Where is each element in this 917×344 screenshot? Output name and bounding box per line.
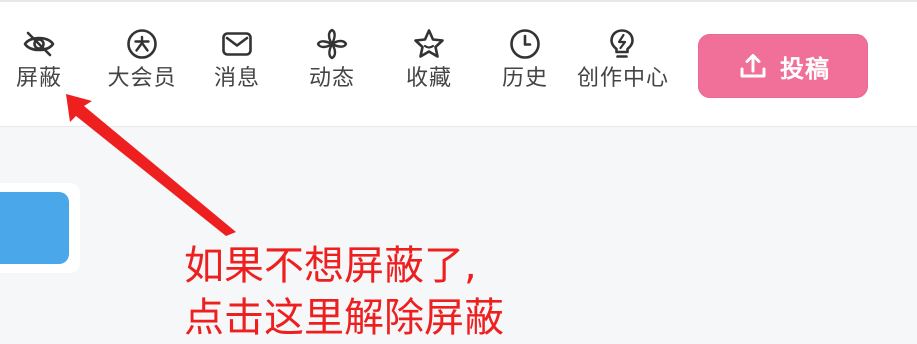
nav-item-dynamic[interactable]: 动态 bbox=[287, 26, 377, 92]
star-icon bbox=[414, 29, 444, 58]
nav-label-dynamic: 动态 bbox=[308, 66, 355, 91]
lightbulb-icon bbox=[610, 29, 634, 58]
top-header: 屏蔽 大会员 消息 动态 收藏 历史 创作中心 投稿 bbox=[0, 0, 917, 127]
eye-off-icon bbox=[23, 31, 55, 57]
annotation-line-1: 如果不想屏蔽了, bbox=[184, 243, 477, 289]
nav-label-block: 屏蔽 bbox=[15, 66, 62, 91]
upload-button-label: 投稿 bbox=[780, 54, 830, 83]
windmill-icon bbox=[316, 28, 348, 60]
nav-label-big-member: 大会员 bbox=[107, 66, 177, 91]
nav-item-favorites[interactable]: 收藏 bbox=[384, 26, 474, 92]
big-member-icon bbox=[127, 29, 157, 59]
nav-label-favorites: 收藏 bbox=[405, 66, 452, 91]
nav-label-messages: 消息 bbox=[213, 66, 260, 91]
upload-button[interactable]: 投稿 bbox=[698, 34, 868, 98]
nav-item-creator-center[interactable]: 创作中心 bbox=[577, 26, 670, 92]
nav-label-creator-center: 创作中心 bbox=[577, 66, 670, 91]
side-blue-button[interactable] bbox=[0, 192, 69, 264]
nav-item-history[interactable]: 历史 bbox=[480, 26, 570, 92]
clock-icon bbox=[510, 29, 540, 59]
nav-item-big-member[interactable]: 大会员 bbox=[97, 26, 187, 92]
nav-item-block[interactable]: 屏蔽 bbox=[0, 26, 84, 92]
annotation-line-2: 点击这里解除屏蔽 bbox=[184, 295, 504, 341]
mail-icon bbox=[222, 32, 252, 56]
annotation-text: 如果不想屏蔽了, 点击这里解除屏蔽 bbox=[184, 240, 504, 344]
nav-item-messages[interactable]: 消息 bbox=[192, 26, 282, 92]
upload-icon bbox=[740, 54, 766, 78]
nav-label-history: 历史 bbox=[501, 66, 548, 91]
